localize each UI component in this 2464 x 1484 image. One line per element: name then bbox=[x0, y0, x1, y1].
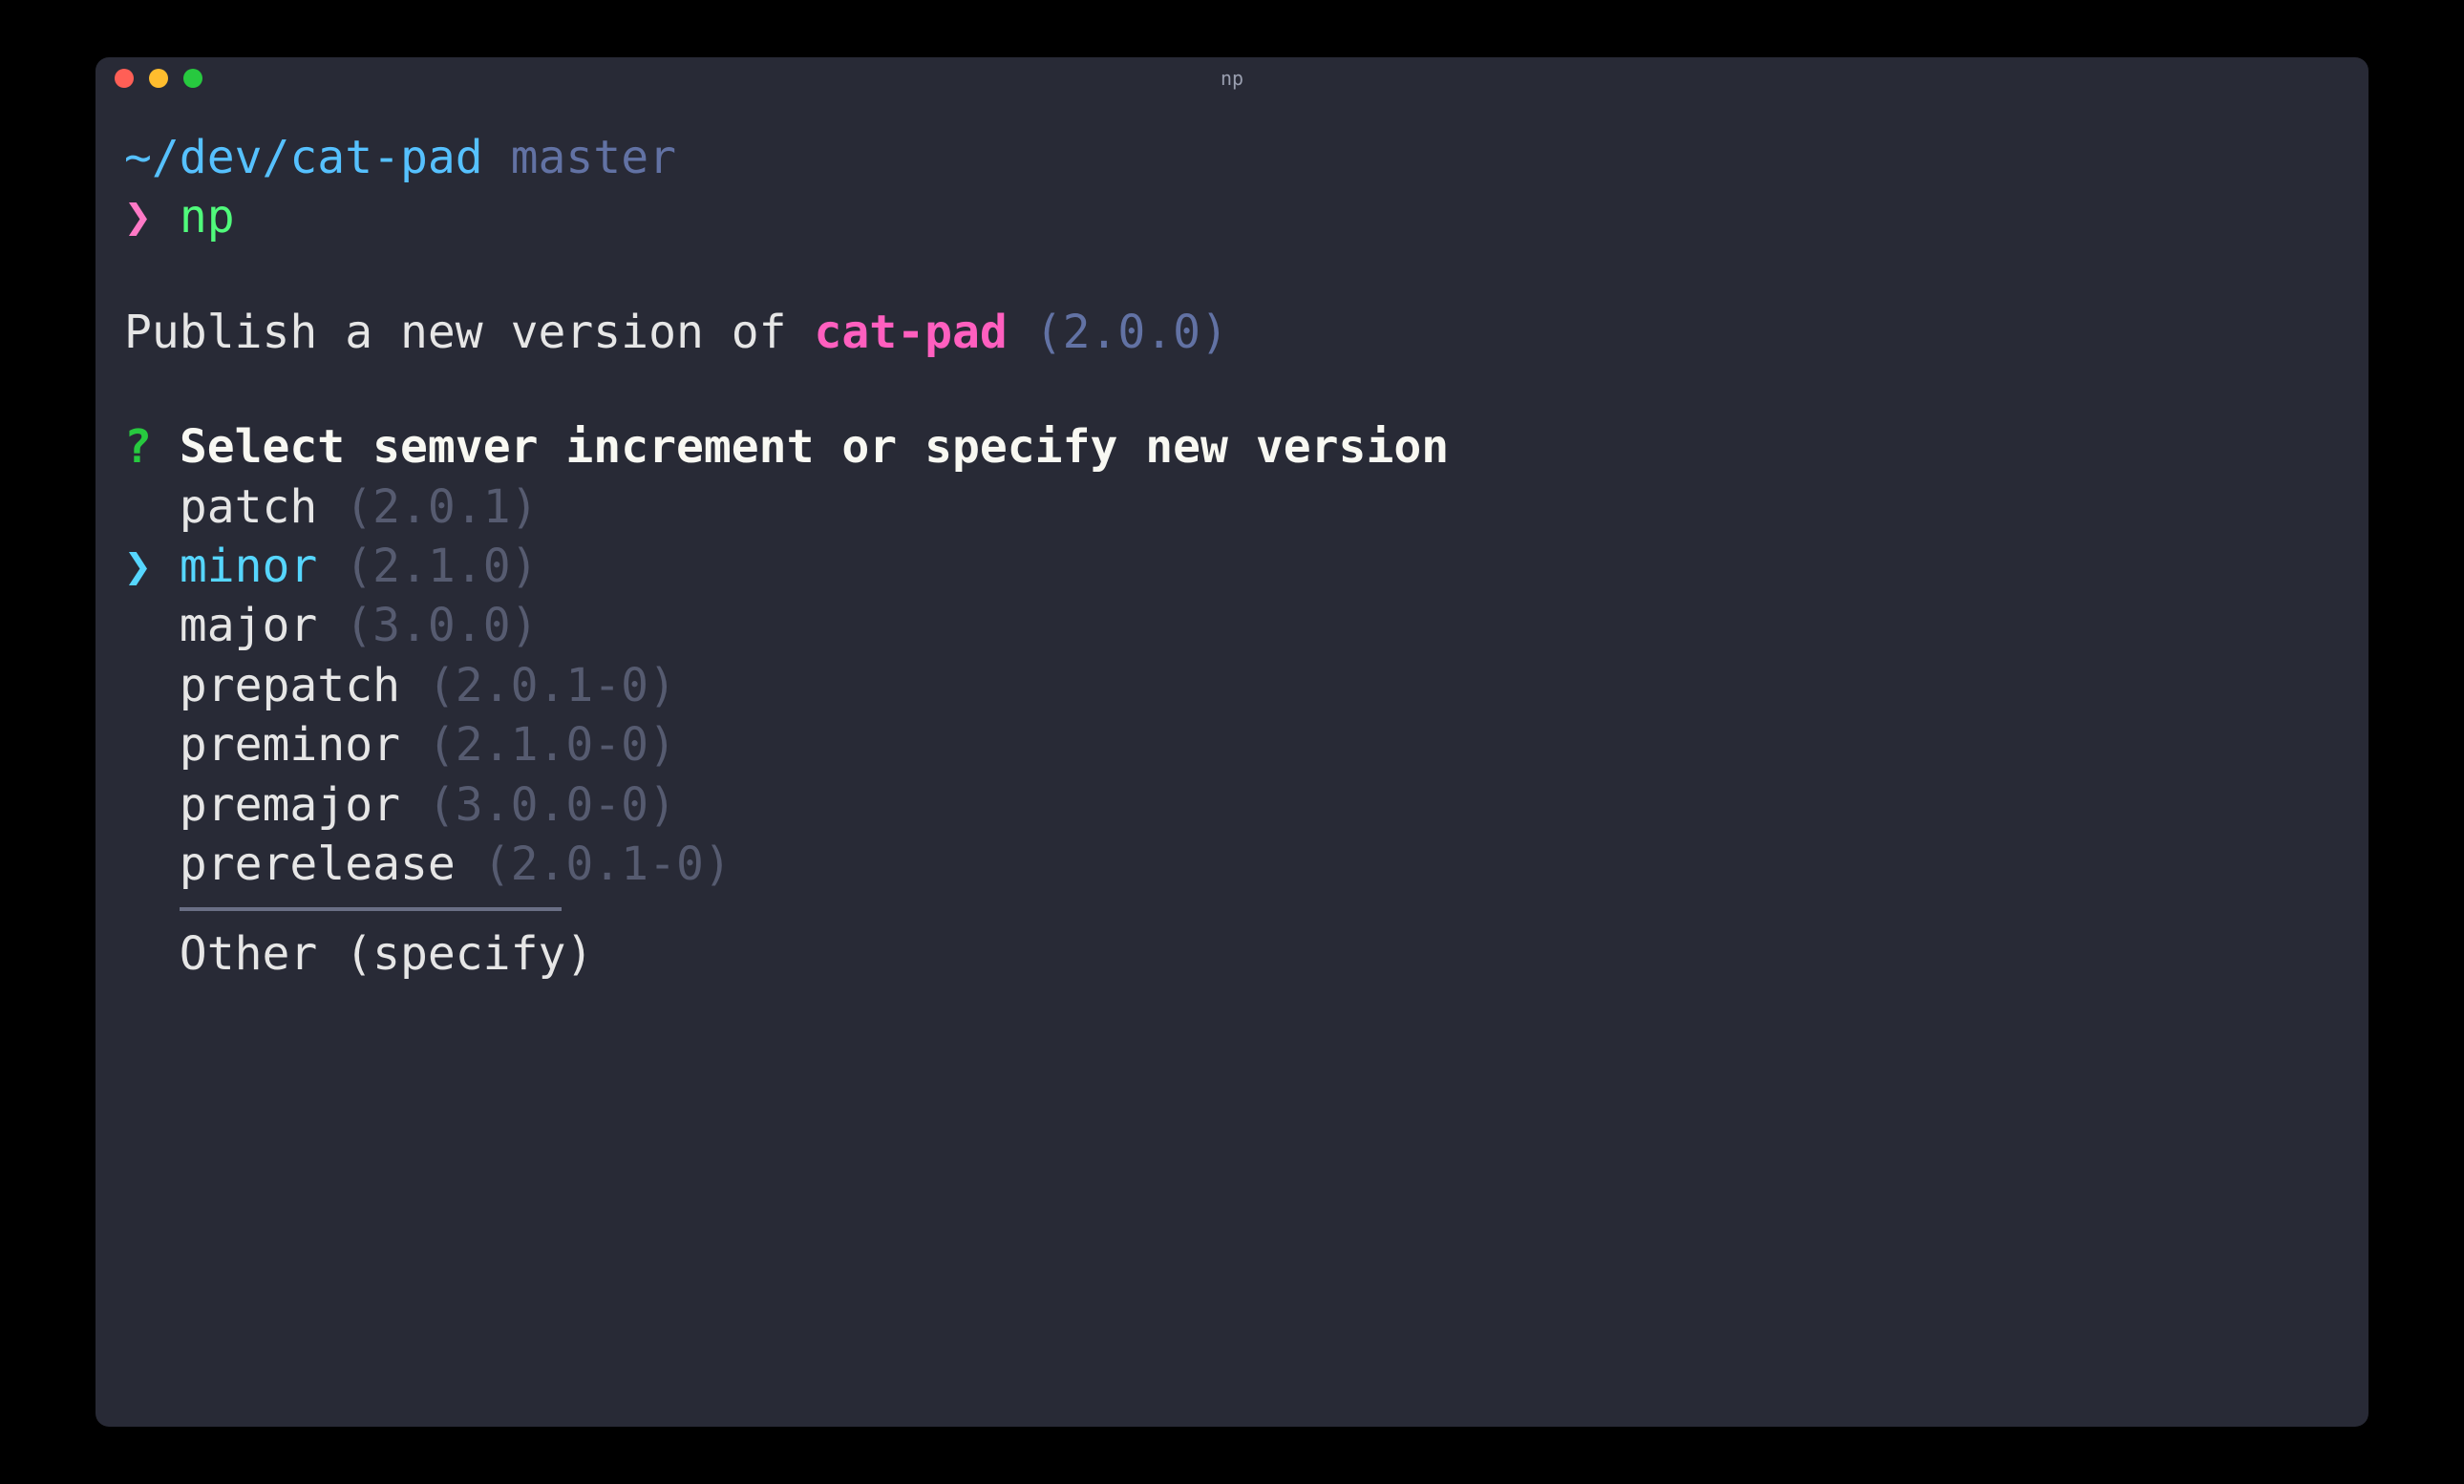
option-version: (3.0.0) bbox=[345, 599, 538, 652]
prompt-arrow-icon: ❯ bbox=[124, 190, 152, 244]
option-version: (3.0.0-0) bbox=[428, 778, 676, 832]
question-mark-icon: ? bbox=[124, 420, 152, 474]
question-line: ? Select semver increment or specify new… bbox=[124, 417, 2340, 477]
prompt-line-2: ❯ np bbox=[124, 187, 2340, 246]
option-version: (2.1.0-0) bbox=[428, 718, 676, 772]
maximize-icon[interactable] bbox=[183, 69, 202, 88]
option-label: minor bbox=[180, 540, 318, 593]
option-version: (2.0.1-0) bbox=[483, 837, 732, 891]
close-icon[interactable] bbox=[115, 69, 134, 88]
command: np bbox=[180, 190, 235, 244]
option-label: prepatch bbox=[180, 659, 400, 712]
git-branch: master bbox=[511, 131, 676, 184]
option-prerelease[interactable]: prerelease (2.0.1-0) bbox=[124, 835, 2340, 894]
option-premajor[interactable]: premajor (3.0.0-0) bbox=[124, 775, 2340, 835]
option-major[interactable]: major (3.0.0) bbox=[124, 596, 2340, 655]
window-title: np bbox=[1221, 67, 1243, 90]
cwd: ~/dev/cat-pad bbox=[124, 131, 483, 184]
option-version: (2.1.0) bbox=[345, 540, 538, 593]
terminal-body[interactable]: ~/dev/cat-pad master ❯ np Publish a new … bbox=[96, 99, 2368, 1427]
option-preminor[interactable]: preminor (2.1.0-0) bbox=[124, 715, 2340, 774]
option-label: major bbox=[180, 599, 318, 652]
publish-heading: Publish a new version of cat-pad (2.0.0) bbox=[124, 303, 2340, 362]
option-label: premajor bbox=[180, 778, 400, 832]
package-version: (2.0.0) bbox=[1035, 306, 1228, 359]
option-prepatch[interactable]: prepatch (2.0.1-0) bbox=[124, 656, 2340, 715]
titlebar: np bbox=[96, 57, 2368, 99]
option-label: Other (specify) bbox=[180, 927, 593, 981]
traffic-lights bbox=[115, 69, 202, 88]
option-label: patch bbox=[180, 480, 318, 534]
publish-prefix: Publish a new version of bbox=[124, 306, 814, 359]
package-name: cat-pad bbox=[814, 306, 1007, 359]
question-text: Select semver increment or specify new v… bbox=[180, 420, 1449, 474]
option-patch[interactable]: patch (2.0.1) bbox=[124, 477, 2340, 537]
terminal-window: np ~/dev/cat-pad master ❯ np Publish a n… bbox=[96, 57, 2368, 1427]
option-version: (2.0.1) bbox=[345, 480, 538, 534]
separator bbox=[180, 907, 562, 911]
minimize-icon[interactable] bbox=[149, 69, 168, 88]
prompt-line-1: ~/dev/cat-pad master bbox=[124, 128, 2340, 187]
option-label: preminor bbox=[180, 718, 400, 772]
option-other[interactable]: Other (specify) bbox=[124, 924, 2340, 984]
cursor-icon: ❯ bbox=[124, 540, 152, 593]
option-minor[interactable]: ❯ minor (2.1.0) bbox=[124, 537, 2340, 596]
option-label: prerelease bbox=[180, 837, 456, 891]
option-version: (2.0.1-0) bbox=[428, 659, 676, 712]
